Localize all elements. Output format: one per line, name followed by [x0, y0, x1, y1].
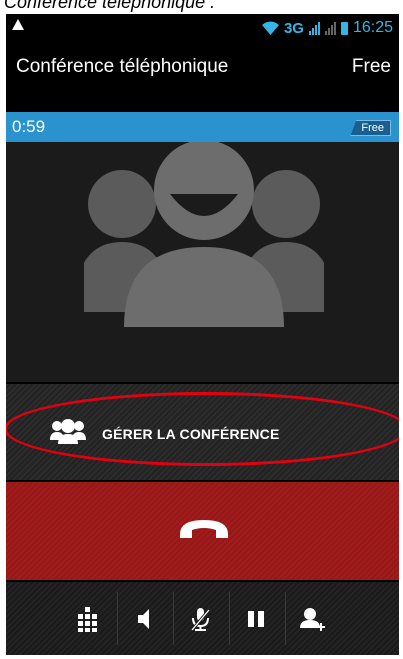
battery-icon [340, 21, 348, 35]
call-duration: 0:59 [12, 117, 46, 136]
operator-name: Free [351, 56, 391, 77]
hangup-icon [180, 520, 228, 538]
hold-button[interactable] [230, 582, 282, 655]
signal-icon-secondary [324, 21, 336, 35]
dialpad-icon [78, 606, 97, 632]
highlight-annotation [6, 392, 399, 466]
clock: 16:25 [352, 19, 393, 36]
status-bar: 3G 16:25 [6, 14, 399, 42]
wifi-icon [261, 21, 279, 35]
hold-icon [248, 610, 264, 627]
manage-conference-button[interactable]: GÉRER LA CONFÉRENCE [6, 384, 399, 480]
warning-icon [12, 19, 24, 30]
page-caption: Conférence téléphonique : [4, 0, 216, 12]
dialpad-button[interactable] [62, 582, 114, 655]
caller-photo-area [6, 142, 399, 382]
mute-button[interactable] [174, 582, 226, 655]
add-call-icon [300, 607, 325, 631]
signal-icon [308, 21, 320, 35]
call-header: Conférence téléphonique Free [6, 42, 399, 112]
end-call-button[interactable] [6, 482, 399, 580]
call-title: Conférence téléphonique [16, 56, 229, 77]
mute-icon [190, 607, 211, 631]
phone-screen: 3G 16:25 Conférence téléphonique Free 0:… [6, 14, 399, 655]
speaker-icon [138, 608, 149, 629]
speaker-button[interactable] [118, 582, 170, 655]
add-call-button[interactable] [286, 582, 338, 655]
network-type: 3G [283, 19, 304, 37]
call-status-bar: 0:59 Free [6, 112, 399, 142]
conference-avatar-icon [84, 142, 324, 327]
operator-badge: Free [350, 120, 391, 136]
call-controls [6, 582, 399, 655]
